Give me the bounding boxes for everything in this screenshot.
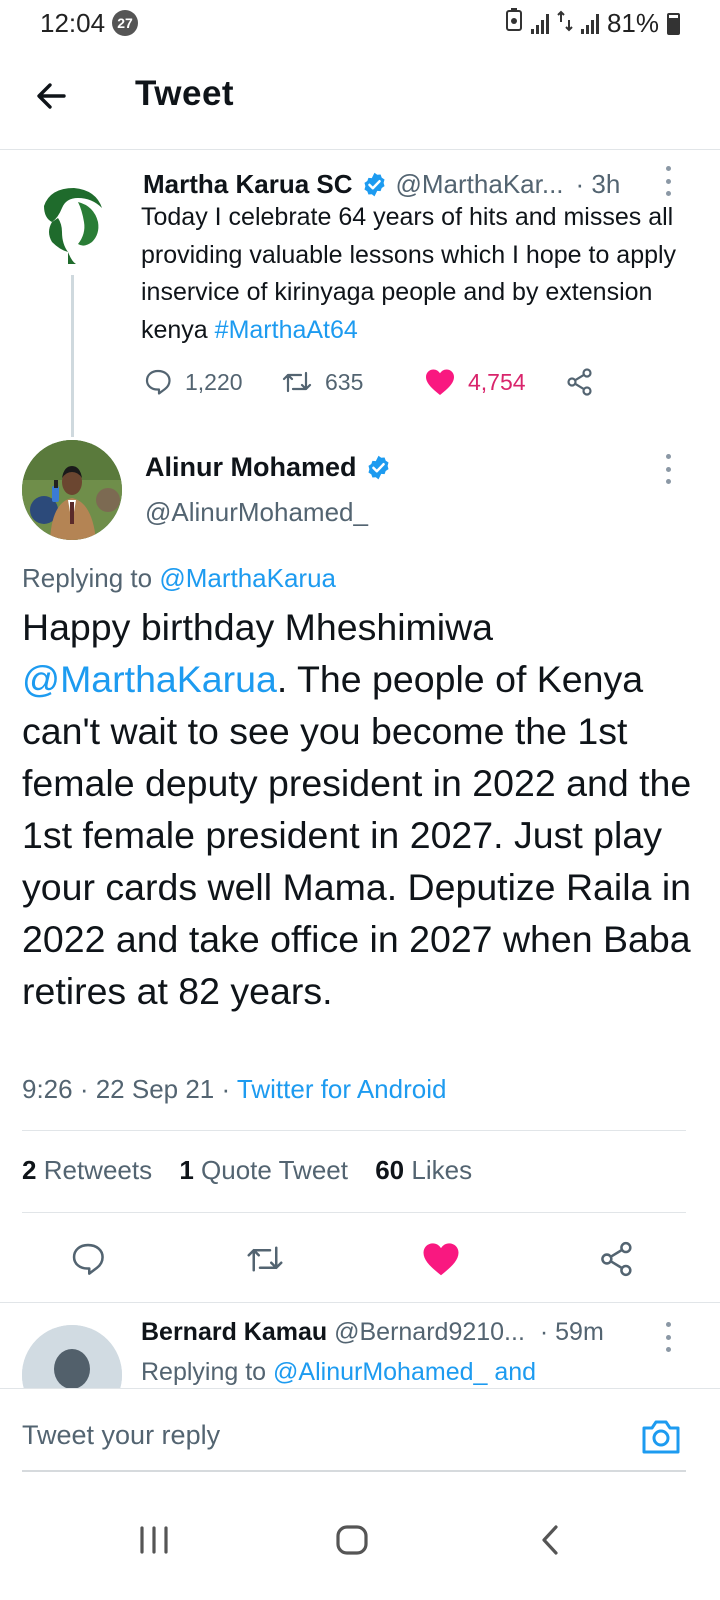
mention-link[interactable]: @MarthaKarua: [22, 658, 277, 700]
tweet-timestamp: 9:26 · 22 Sep 21 ·: [22, 1074, 237, 1104]
signal-icon-2: [580, 13, 599, 34]
avatar-alinur-mohamed[interactable]: [22, 440, 122, 540]
hashtag-link[interactable]: #MarthaAt64: [215, 316, 358, 344]
retweets-label: Retweets: [43, 1155, 153, 1185]
divider: [22, 1130, 686, 1131]
share-icon: [601, 1241, 632, 1277]
likes-label: Likes: [411, 1155, 473, 1185]
system-navigation-bar: [0, 1490, 720, 1600]
divider: [0, 1302, 720, 1303]
main-replying-to: Replying to @MarthaKarua: [22, 563, 336, 594]
status-icons: 81%: [505, 8, 680, 39]
recent-apps-icon: [140, 1526, 168, 1554]
recycle-icon: [505, 8, 523, 39]
page-title: Tweet: [135, 74, 235, 113]
parent-retweet-button[interactable]: 635: [281, 364, 363, 400]
verified-badge-icon: [361, 171, 388, 198]
parent-tweet-time: · 3h: [575, 168, 621, 199]
parent-reply-count: 1,220: [185, 368, 243, 395]
reply-composer: [0, 1388, 720, 1482]
arrow-left-icon: [37, 83, 66, 109]
share-icon: [567, 368, 592, 396]
quote-tweets-count: 1: [179, 1155, 194, 1185]
parent-tweet-text: Today I celebrate 64 years of hits and m…: [141, 199, 701, 349]
main-tweet-text-rest: . The people of Kenya can't wait to see …: [22, 658, 692, 1012]
thread-connector-line: [71, 275, 74, 437]
main-more-options-button[interactable]: [663, 454, 673, 484]
replying-to-link[interactable]: @MarthaKarua: [159, 563, 336, 593]
quote-tweets-stat[interactable]: 1 Quote Tweet: [179, 1155, 348, 1185]
camera-icon: [642, 1420, 680, 1454]
parent-retweet-count: 635: [325, 368, 364, 395]
tweet-meta: 9:26 · 22 Sep 21 · Twitter for Android: [22, 1074, 446, 1105]
verified-badge-icon: [365, 454, 392, 481]
reply-replying-to-link[interactable]: @AlinurMohamed_: [273, 1358, 487, 1386]
reply-author-name[interactable]: Bernard Kamau: [141, 1318, 327, 1346]
signal-icon: [530, 13, 549, 34]
reply-author-handle[interactable]: @Bernard9210...: [334, 1318, 525, 1346]
parent-author-name[interactable]: Martha Karua SC: [143, 169, 353, 200]
reply-icon: [72, 1243, 104, 1275]
divider: [22, 1212, 686, 1213]
reply-more-options-button[interactable]: [663, 1322, 673, 1352]
likes-stat[interactable]: 60 Likes: [375, 1155, 472, 1185]
reply-time: · 59m: [539, 1318, 604, 1346]
retweets-stat[interactable]: 2 Retweets: [22, 1155, 152, 1185]
heart-filled-icon: [426, 369, 454, 395]
retweet-button[interactable]: [240, 1234, 290, 1284]
main-author-handle[interactable]: @AlinurMohamed_: [145, 497, 368, 528]
reply-replying-to: Replying to @AlinurMohamed_ and: [141, 1358, 536, 1387]
parent-more-options-button[interactable]: [663, 166, 673, 196]
reply-icon: [145, 369, 171, 395]
engagement-stats: 2 Retweets 1 Quote Tweet 60 Likes: [22, 1155, 492, 1186]
retweets-count: 2: [22, 1155, 37, 1185]
main-tweet-text-prefix: Happy birthday Mheshimiwa: [22, 606, 494, 648]
composer-underline: [22, 1470, 686, 1472]
retweet-icon: [282, 371, 312, 393]
reply-header: Bernard Kamau @Bernard9210... · 59m: [141, 1318, 671, 1347]
home-icon: [336, 1525, 368, 1555]
parent-author-handle[interactable]: @MarthaKar...: [396, 169, 564, 200]
likes-count: 60: [375, 1155, 405, 1185]
main-author-name-row: Alinur Mohamed: [145, 452, 400, 483]
reply-replying-label: Replying to: [141, 1358, 274, 1386]
chevron-left-icon: [542, 1525, 558, 1555]
parent-like-button[interactable]: 4,754: [424, 364, 526, 400]
reply-input[interactable]: [22, 1389, 622, 1481]
heart-filled-icon: [423, 1243, 459, 1276]
parent-like-count: 4,754: [468, 368, 526, 395]
parent-share-button[interactable]: [565, 364, 595, 400]
parent-tweet-header: Martha Karua SC @MarthaKar... · 3h: [143, 166, 703, 202]
battery-percent: 81%: [606, 8, 659, 38]
status-bar: 12:04 27 81%: [0, 0, 720, 46]
top-app-bar: Tweet: [0, 46, 720, 150]
back-button[interactable]: [30, 74, 74, 118]
parent-reply-button[interactable]: 1,220: [143, 364, 243, 400]
status-time: 12:04: [40, 8, 106, 38]
avatar-martha-karua[interactable]: [22, 172, 122, 272]
recent-apps-button[interactable]: [124, 1510, 184, 1570]
data-transfer-icon: [557, 8, 573, 39]
share-button[interactable]: [592, 1234, 642, 1284]
system-back-button[interactable]: [520, 1510, 580, 1570]
battery-icon: [667, 12, 680, 35]
replying-to-label: Replying to: [22, 563, 160, 593]
tweet-source-link[interactable]: Twitter for Android: [237, 1074, 447, 1104]
retweet-icon: [247, 1246, 283, 1272]
notification-count-badge: 27: [112, 10, 138, 36]
main-author-name[interactable]: Alinur Mohamed: [145, 452, 357, 483]
parent-tweet-actions: 1,220 635 4,754: [143, 364, 613, 404]
reply-button[interactable]: [63, 1234, 113, 1284]
reply-and-link[interactable]: and: [494, 1358, 536, 1386]
camera-button[interactable]: [640, 1416, 682, 1456]
main-tweet-text: Happy birthday Mheshimiwa @MarthaKarua. …: [22, 601, 698, 1017]
main-tweet-actions: [0, 1234, 720, 1284]
home-button[interactable]: [322, 1510, 382, 1570]
quote-tweets-label: Quote Tweet: [201, 1155, 348, 1185]
like-button[interactable]: [416, 1234, 466, 1284]
